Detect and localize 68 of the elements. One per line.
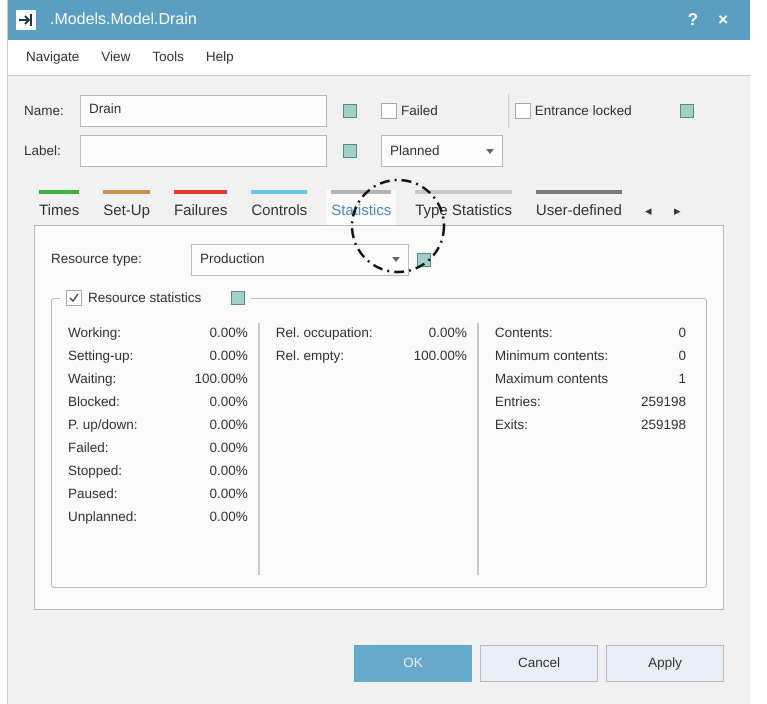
stat-value: 100.00% — [414, 346, 467, 364]
stat-label: Entries: — [494, 392, 541, 410]
stat-value: 0.00% — [209, 508, 248, 526]
stat-label: Maximum contents — [494, 370, 608, 388]
square-icon — [231, 290, 246, 305]
dropdown-caret-icon — [392, 257, 400, 262]
stat-value: 0.00% — [209, 416, 248, 434]
label-field[interactable] — [80, 135, 327, 167]
dialog-button[interactable]: Apply — [606, 644, 724, 682]
checkbox-label: Failed — [401, 102, 438, 120]
stat-label: Rel. occupation: — [276, 324, 373, 342]
stat-label: Setting-up: — [68, 346, 134, 365]
menu-item[interactable]: Tools — [152, 47, 184, 68]
field-label: Resource type: — [51, 250, 143, 268]
stat-value: 0.00% — [428, 324, 467, 342]
stat-value: 0.00% — [209, 346, 248, 364]
dialog-button[interactable]: Cancel — [480, 644, 598, 682]
failed-checkbox[interactable] — [381, 103, 397, 119]
stat-label: Paused: — [68, 484, 118, 502]
menu-item[interactable]: View — [101, 47, 130, 68]
entrance-locked-checkbox[interactable] — [514, 103, 531, 119]
square-icon — [343, 104, 357, 118]
checkbox-label: Resource statistics — [88, 288, 202, 306]
stat-value: 0.00% — [209, 462, 248, 480]
tab[interactable]: Type Statistics — [410, 190, 517, 224]
checkbox-label: Entrance locked — [534, 102, 632, 120]
planned-dropdown[interactable]: Planned — [381, 135, 503, 167]
stat-value: 0 — [678, 346, 686, 364]
stat-value: 0.00% — [209, 438, 248, 456]
menu-item[interactable]: Help — [206, 47, 234, 68]
statistics-checkbox[interactable] — [66, 290, 82, 306]
stat-label: Exits: — [494, 416, 528, 434]
tab-scroll-button[interactable]: ◂ — [640, 201, 656, 224]
stat-value: 0.00% — [209, 484, 248, 502]
stat-value: 100.00% — [194, 370, 248, 388]
stat-value: 259198 — [640, 392, 686, 410]
field-label: Name: — [24, 102, 65, 120]
stat-label: Minimum contents: — [494, 346, 608, 364]
square-icon — [343, 144, 357, 158]
window-title: .Models.Model.Drain — [50, 10, 198, 30]
check-icon — [68, 292, 80, 304]
stat-label: Rel. empty: — [276, 346, 344, 365]
stat-label: Unplanned: — [68, 508, 138, 526]
field-label: Label: — [24, 142, 62, 160]
stat-value: 259198 — [640, 416, 686, 434]
stat-label: Failed: — [68, 438, 109, 456]
stat-value: 0 — [678, 324, 686, 342]
tab[interactable]: Set-Up — [98, 190, 155, 224]
stat-label: P. up/down: — [68, 416, 138, 434]
stat-label: Stopped: — [68, 462, 122, 480]
stat-value: 0.00% — [209, 324, 248, 342]
menu-item[interactable]: Navigate — [26, 47, 80, 68]
stat-value: 0.00% — [209, 392, 248, 410]
tab-scroll-button[interactable]: ▸ — [670, 201, 685, 224]
tab[interactable]: User-defined — [530, 190, 627, 224]
stat-label: Contents: — [494, 324, 553, 342]
tab[interactable]: Controls — [246, 190, 312, 224]
square-icon — [417, 252, 431, 266]
tab[interactable]: Failures — [168, 190, 232, 224]
stat-label: Working: — [68, 324, 122, 342]
stat-value: 1 — [678, 370, 686, 388]
stat-label: Blocked: — [68, 392, 120, 410]
square-icon — [680, 104, 694, 118]
name-field[interactable]: Drain — [80, 95, 327, 127]
stat-label: Waiting: — [68, 370, 116, 388]
dropdown-caret-icon — [486, 148, 494, 154]
tab[interactable]: Times — [34, 190, 84, 224]
resource-type-dropdown[interactable]: Production — [191, 244, 409, 276]
